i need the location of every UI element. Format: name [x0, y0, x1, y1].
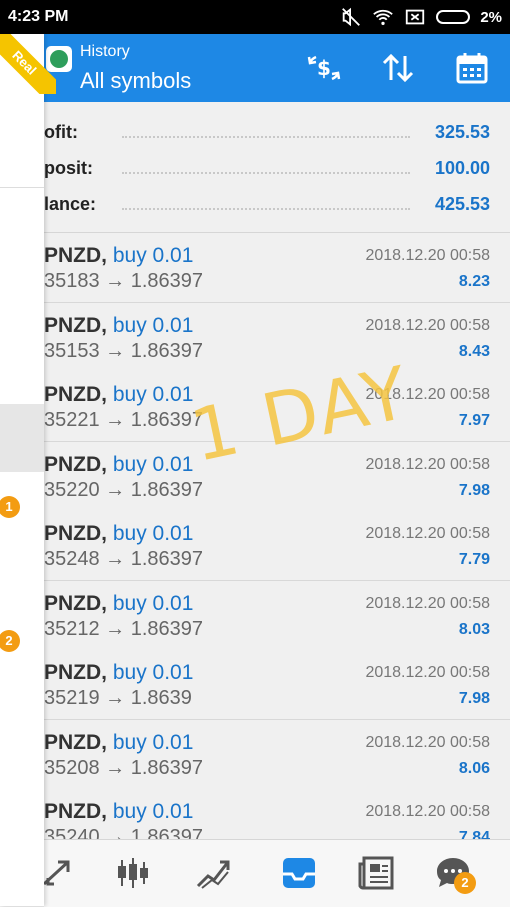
trade-price: 35248 → 1.86397: [44, 548, 204, 570]
drawer-selected-item[interactable]: [0, 404, 44, 472]
trade-date: 2018.12.20 00:58: [365, 456, 490, 473]
trade-date: 2018.12.20 00:58: [365, 595, 490, 612]
battery-level: 2%: [480, 8, 502, 26]
trade-profit: 8.03: [458, 621, 490, 638]
history-inbox-icon[interactable]: [280, 854, 318, 892]
trade-symbol: PNZD, buy 0.01: [44, 453, 194, 476]
trade-row[interactable]: PNZD, buy 0.01 35183 → 1.86397 2018.12.2…: [44, 233, 510, 303]
dotted-leader: [122, 208, 410, 210]
trade-symbol: PNZD, buy 0.01: [44, 592, 194, 615]
trade-price: 35221 → 1.86397: [44, 409, 204, 431]
sim-icon: [406, 9, 425, 25]
trade-symbol: PNZD, buy 0.01: [44, 383, 194, 406]
trade-profit: 7.84: [458, 829, 490, 839]
app-header: History All symbols $: [44, 34, 510, 102]
notification-badge: 1: [0, 496, 20, 518]
trade-history-list[interactable]: PNZD, buy 0.01 35183 → 1.86397 2018.12.2…: [44, 233, 510, 839]
news-icon[interactable]: [358, 854, 396, 892]
svg-text:$: $: [317, 56, 331, 80]
trade-price: 35212 → 1.86397: [44, 618, 204, 640]
trade-profit: 8.06: [458, 760, 490, 777]
trade-date: 2018.12.20 00:58: [365, 803, 490, 820]
trade-symbol: PNZD, buy 0.01: [44, 800, 194, 823]
trade-price: 35153 → 1.86397: [44, 340, 204, 362]
trade-row[interactable]: PNZD, buy 0.01 35208 → 1.86397 2018.12.2…: [44, 720, 510, 790]
trade-symbol: PNZD, buy 0.01: [44, 314, 194, 337]
trade-row[interactable]: PNZD, buy 0.01 35219 → 1.8639 2018.12.20…: [44, 650, 510, 720]
profit-row: ofit: 325.53: [44, 116, 510, 150]
trade-action: buy 0.01: [112, 244, 194, 267]
chat-badge: 2: [454, 872, 476, 894]
chart-candles-icon[interactable]: [114, 854, 152, 892]
trade-price: 35219 → 1.8639: [44, 687, 192, 709]
trade-symbol: PNZD, buy 0.01: [44, 522, 194, 545]
trade-symbol: PNZD, buy 0.01: [44, 661, 194, 684]
battery-icon: [436, 10, 471, 24]
trade-action: buy 0.01: [112, 522, 194, 545]
deposit-label: posit:: [44, 158, 93, 178]
trade-profit: 7.79: [458, 551, 490, 568]
account-type-label: Real: [0, 34, 56, 94]
deposit-value: 100.00: [434, 158, 490, 178]
account-summary: ofit: 325.53 posit: 100.00 lance: 425.53: [44, 102, 510, 233]
trade-date: 2018.12.20 00:58: [365, 664, 490, 681]
trade-profit: 8.23: [458, 273, 490, 290]
trade-date: 2018.12.20 00:58: [365, 734, 490, 751]
trade-action: buy 0.01: [112, 314, 194, 337]
dotted-leader: [122, 136, 410, 138]
deposit-row: posit: 100.00: [44, 152, 510, 186]
trade-action: buy 0.01: [112, 383, 194, 406]
account-type-ribbon: Real: [0, 34, 56, 94]
trade-action: buy 0.01: [112, 592, 194, 615]
balance-value: 425.53: [434, 194, 490, 214]
trade-profit: 7.98: [458, 482, 490, 499]
mute-icon: [342, 7, 361, 27]
trade-action: buy 0.01: [112, 453, 194, 476]
trade-date: 2018.12.20 00:58: [365, 525, 490, 542]
trade-price: 35208 → 1.86397: [44, 757, 204, 779]
balance-row: lance: 425.53: [44, 188, 510, 222]
notification-badge: 2: [0, 630, 20, 652]
profit-label: ofit:: [44, 122, 78, 142]
trade-action: buy 0.01: [112, 731, 194, 754]
profit-value: 325.53: [434, 122, 490, 142]
status-icons: 2%: [340, 6, 502, 28]
sort-icon[interactable]: [380, 50, 416, 86]
trade-price: 35240 → 1.86397: [44, 826, 204, 839]
currency-exchange-icon[interactable]: $: [306, 50, 342, 86]
trade-profit: 8.43: [458, 343, 490, 360]
trade-profit: 7.98: [458, 690, 490, 707]
wifi-icon: [373, 9, 394, 26]
trade-symbol: PNZD, buy 0.01: [44, 731, 194, 754]
status-time: 4:23 PM: [8, 8, 69, 25]
trade-symbol: PNZD, buy 0.01: [44, 244, 194, 267]
drawer-divider: [0, 187, 44, 188]
balance-label: lance:: [44, 194, 97, 214]
trade-row[interactable]: PNZD, buy 0.01 35153 → 1.86397 2018.12.2…: [44, 303, 510, 373]
trade-date: 2018.12.20 00:58: [365, 247, 490, 264]
dotted-leader: [122, 172, 410, 174]
trade-chart-icon[interactable]: [194, 854, 232, 892]
trade-price: 35183 → 1.86397: [44, 270, 204, 292]
calendar-icon[interactable]: [454, 50, 490, 86]
trade-row[interactable]: PNZD, buy 0.01 35248 → 1.86397 2018.12.2…: [44, 511, 510, 581]
trade-action: buy 0.01: [112, 800, 194, 823]
header-subtitle: History: [80, 43, 130, 60]
navigation-drawer-edge[interactable]: Real 1 2: [0, 34, 56, 906]
bottom-navigation: 2: [42, 839, 510, 907]
trade-action: buy 0.01: [112, 661, 194, 684]
trade-row[interactable]: PNZD, buy 0.01 35240 → 1.86397 2018.12.2…: [44, 789, 510, 839]
status-bar: 4:23 PM 2%: [0, 0, 510, 34]
page-title[interactable]: All symbols: [80, 68, 191, 94]
trade-profit: 7.97: [458, 412, 490, 429]
trade-row[interactable]: PNZD, buy 0.01 35212 → 1.86397 2018.12.2…: [44, 581, 510, 651]
trade-date: 2018.12.20 00:58: [365, 317, 490, 334]
trade-price: 35220 → 1.86397: [44, 479, 204, 501]
